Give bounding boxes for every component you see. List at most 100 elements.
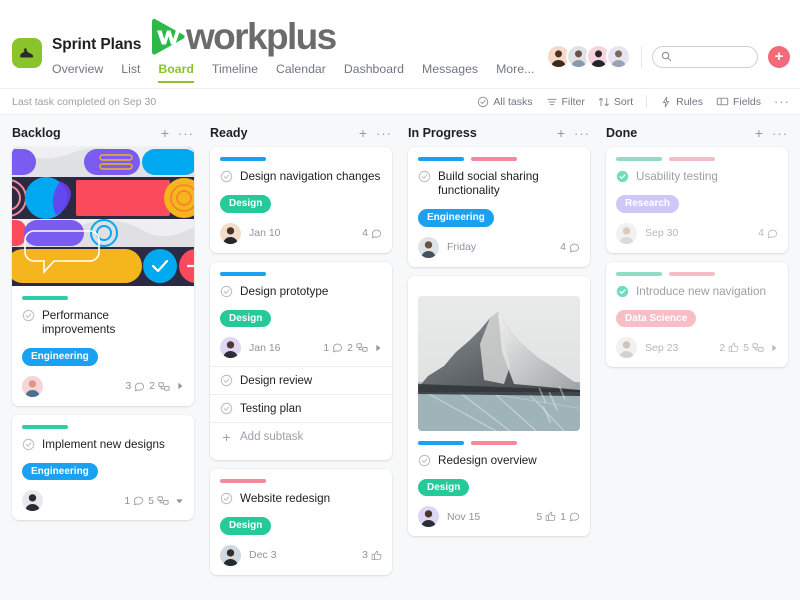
filter-button[interactable]: Filter: [546, 96, 585, 108]
avatar[interactable]: [606, 44, 631, 69]
tab-dashboard[interactable]: Dashboard: [344, 61, 404, 83]
caret-down-icon[interactable]: [175, 497, 184, 505]
status-badge[interactable]: Research: [616, 195, 680, 213]
check-circle-icon[interactable]: [418, 454, 431, 467]
task-card[interactable]: Build social sharing functionality Engin…: [408, 147, 590, 267]
card-title-row: Website redesign: [220, 492, 382, 506]
add-card-button[interactable]: +: [755, 126, 763, 140]
brand-wordmark: workplus: [186, 16, 337, 57]
subtask-count: 2: [347, 342, 368, 354]
card-color-bars: [220, 479, 382, 483]
check-circle-icon[interactable]: [22, 438, 35, 451]
like-count-value: 3: [362, 549, 368, 561]
comment-count-value: 1: [124, 494, 131, 507]
column-menu-button[interactable]: ···: [772, 127, 788, 140]
add-card-button[interactable]: +: [557, 126, 565, 140]
check-circle-icon[interactable]: [616, 170, 629, 183]
status-badge[interactable]: Design: [220, 195, 272, 213]
card-title-row: Introduce new navigation: [616, 285, 778, 299]
card-meta: 3 2: [125, 380, 184, 392]
fields-button[interactable]: Fields: [716, 95, 761, 108]
like-count: 5: [536, 511, 556, 523]
task-card[interactable]: Performance improvements Engineering 3 2: [12, 147, 194, 406]
add-card-button[interactable]: +: [359, 126, 367, 140]
task-card[interactable]: Website redesign Design Dec 3 3: [210, 469, 392, 575]
avatar[interactable]: [418, 236, 439, 258]
rules-label: Rules: [676, 95, 703, 108]
tab-calendar[interactable]: Calendar: [276, 61, 326, 83]
task-card[interactable]: Implement new designs Engineering 1 5: [12, 414, 194, 520]
list-item[interactable]: Testing plan: [210, 394, 392, 422]
check-circle-icon[interactable]: [220, 402, 233, 415]
column-title: Backlog: [12, 126, 61, 140]
like-icon[interactable]: [545, 511, 556, 522]
caret-right-icon[interactable]: [176, 382, 184, 390]
subtask-count: 5: [743, 342, 764, 354]
comment-count: 1: [560, 511, 580, 523]
task-card[interactable]: Redesign overview Design Nov 15 5 1: [408, 275, 590, 536]
sort-button[interactable]: Sort: [598, 96, 633, 108]
add-task-button[interactable]: +: [768, 45, 790, 68]
status-badge[interactable]: Data Science: [616, 309, 697, 327]
status-badge[interactable]: Design: [418, 478, 470, 496]
status-badge[interactable]: Engineering: [22, 462, 98, 480]
column-menu-button[interactable]: ···: [574, 127, 590, 140]
avatar[interactable]: [22, 375, 43, 397]
avatar[interactable]: [220, 222, 241, 244]
avatar[interactable]: [220, 544, 241, 566]
check-circle-icon[interactable]: [220, 492, 233, 505]
color-bar: [220, 479, 266, 483]
check-circle-icon[interactable]: [220, 285, 233, 298]
card-title-row: Implement new designs: [22, 438, 184, 452]
check-circle-icon[interactable]: [418, 170, 431, 183]
caret-right-icon[interactable]: [374, 344, 382, 352]
avatar[interactable]: [418, 506, 439, 527]
task-card[interactable]: Design navigation changes Design Jan 10 …: [210, 147, 392, 253]
check-circle-icon[interactable]: [220, 374, 233, 387]
comment-count: 4: [560, 241, 580, 253]
header-actions: +: [546, 44, 790, 69]
status-badge[interactable]: Engineering: [22, 348, 98, 366]
list-item[interactable]: Design review: [210, 366, 392, 394]
comment-icon: [133, 495, 144, 506]
tab-more[interactable]: More...: [496, 61, 534, 83]
check-circle-icon[interactable]: [220, 170, 233, 183]
tab-list[interactable]: List: [121, 61, 140, 83]
search-box[interactable]: [652, 45, 758, 68]
like-icon[interactable]: [371, 550, 382, 561]
column-menu-button[interactable]: ···: [376, 127, 392, 140]
subtask-icon: [158, 381, 170, 392]
more-options-button[interactable]: ···: [774, 94, 790, 109]
comment-count-value: 1: [323, 341, 330, 354]
avatar[interactable]: [616, 222, 637, 244]
search-input[interactable]: [677, 50, 753, 63]
member-avatars[interactable]: [546, 44, 631, 69]
status-badge[interactable]: Engineering: [418, 209, 494, 227]
avatar[interactable]: [616, 337, 637, 358]
caret-right-icon[interactable]: [770, 344, 778, 352]
add-card-button[interactable]: +: [161, 126, 169, 140]
color-bar: [22, 424, 68, 429]
task-card[interactable]: Introduce new navigation Data Science Se…: [606, 261, 788, 367]
status-badge[interactable]: Design: [220, 309, 272, 327]
card-meta: 2 5: [719, 342, 778, 354]
avatar[interactable]: [22, 490, 43, 511]
tab-messages[interactable]: Messages: [422, 61, 478, 83]
check-circle-icon[interactable]: [616, 285, 629, 298]
avatar[interactable]: [220, 337, 241, 358]
tab-board[interactable]: Board: [158, 61, 194, 83]
add-subtask-button[interactable]: + Add subtask: [210, 422, 392, 451]
task-card[interactable]: Design prototype Design Jan 16 1 2 Desig…: [210, 261, 392, 460]
like-icon[interactable]: [728, 342, 739, 353]
tab-overview[interactable]: Overview: [52, 61, 103, 83]
all-tasks-button[interactable]: All tasks: [477, 96, 533, 108]
tab-timeline[interactable]: Timeline: [212, 61, 258, 83]
check-circle-icon[interactable]: [22, 309, 35, 322]
rules-button[interactable]: Rules: [660, 96, 703, 108]
card-meta: 4: [758, 227, 778, 239]
status-badge[interactable]: Design: [220, 517, 272, 535]
card-title-row: Build social sharing functionality: [418, 170, 580, 198]
task-card[interactable]: Usability testing Research Sep 30 4: [606, 147, 788, 253]
column-menu-button[interactable]: ···: [178, 127, 194, 140]
card-meta: 1 2: [323, 342, 382, 354]
